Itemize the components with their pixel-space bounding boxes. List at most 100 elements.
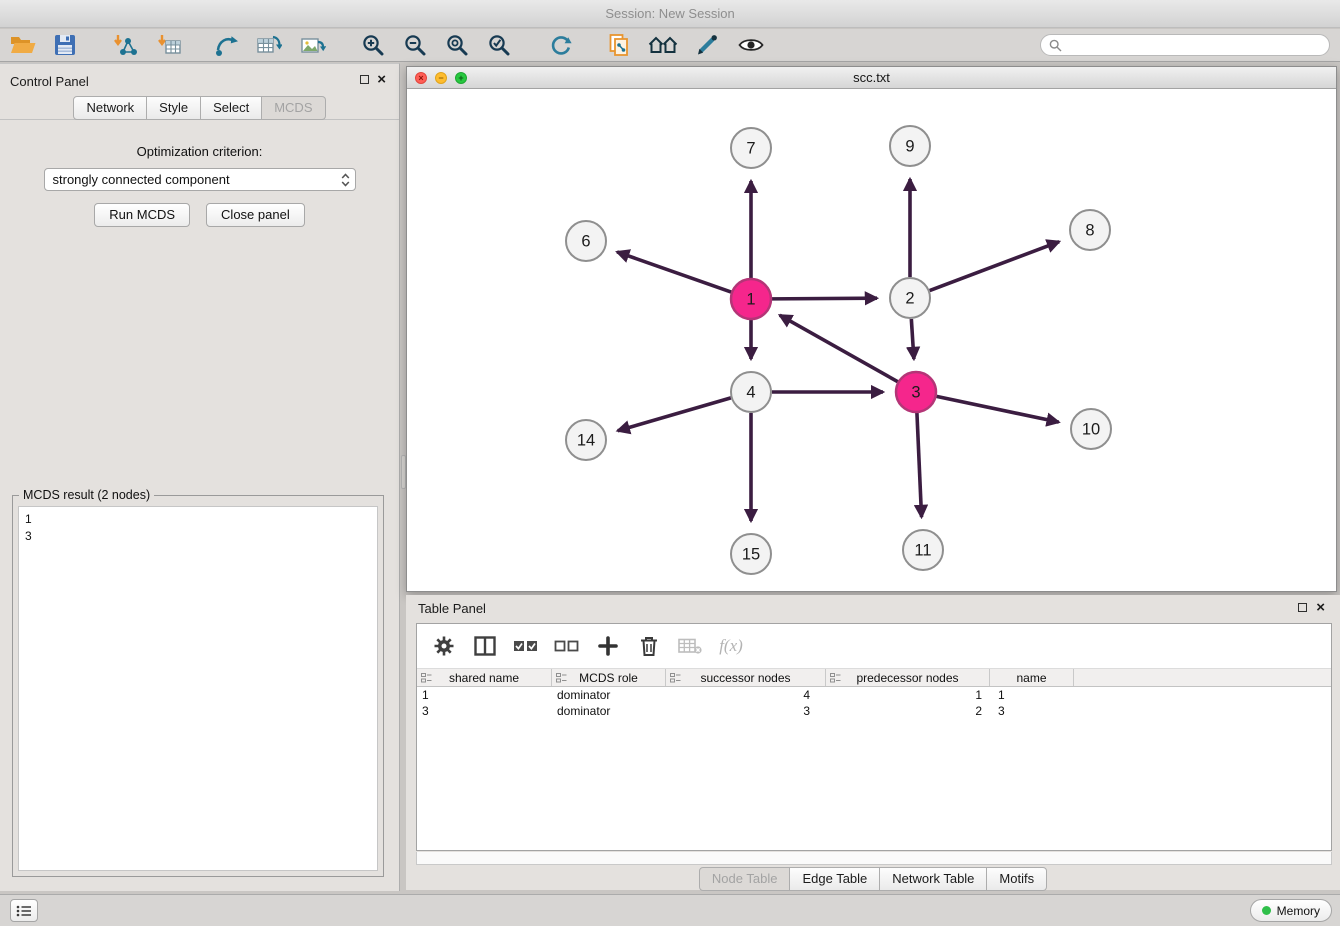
- column-label: name: [1016, 671, 1046, 685]
- save-session-button[interactable]: [50, 30, 80, 60]
- cell-successor-nodes[interactable]: 4: [666, 687, 826, 703]
- graph-node-11[interactable]: 11: [903, 530, 943, 570]
- add-column-button[interactable]: [595, 635, 621, 657]
- graph-node-15[interactable]: 15: [731, 534, 771, 574]
- table-panel-float-icon[interactable]: [1298, 603, 1307, 612]
- cell-name[interactable]: 3: [990, 703, 1074, 719]
- copy-layout-button[interactable]: [604, 30, 634, 60]
- network-graph[interactable]: 7 9 6 8 1 2 4 3 14 10 15 11: [407, 90, 1336, 591]
- refresh-view-button[interactable]: [546, 30, 576, 60]
- import-table-icon: [156, 33, 182, 57]
- status-bar: Memory: [0, 894, 1340, 926]
- cell-mcds-role[interactable]: dominator: [552, 703, 666, 719]
- function-builder-button[interactable]: f(x): [718, 636, 744, 656]
- column-sort-icon: [670, 673, 681, 683]
- tab-network-table[interactable]: Network Table: [880, 867, 987, 891]
- criterion-dropdown[interactable]: strongly connected component: [44, 168, 356, 191]
- graph-edge-3-11[interactable]: [917, 413, 922, 517]
- cell-successor-nodes[interactable]: 3: [666, 703, 826, 719]
- graph-edge-2-3[interactable]: [911, 319, 914, 359]
- control-panel-float-icon[interactable]: [360, 75, 369, 84]
- graph-node-10[interactable]: 10: [1071, 409, 1111, 449]
- cell-shared-name[interactable]: 1: [417, 687, 552, 703]
- tab-node-table[interactable]: Node Table: [699, 867, 791, 891]
- unselect-all-button[interactable]: [554, 637, 580, 655]
- zoom-out-button[interactable]: [400, 30, 430, 60]
- show-graphics-details-button[interactable]: [736, 30, 766, 60]
- column-header-shared-name[interactable]: shared name: [417, 669, 552, 686]
- graph-node-2[interactable]: 2: [890, 278, 930, 318]
- home-button[interactable]: [648, 30, 678, 60]
- graph-node-9[interactable]: 9: [890, 126, 930, 166]
- tab-style[interactable]: Style: [147, 96, 201, 120]
- graph-node-label: 2: [905, 290, 914, 308]
- column-label: shared name: [449, 671, 519, 685]
- graph-node-label: 4: [746, 384, 755, 402]
- import-network-button[interactable]: [110, 30, 140, 60]
- column-header-predecessor-nodes[interactable]: predecessor nodes: [826, 669, 990, 686]
- column-label: successor nodes: [700, 671, 790, 685]
- new-network-table-button[interactable]: [254, 30, 284, 60]
- run-mcds-button[interactable]: Run MCDS: [94, 203, 190, 227]
- export-image-button[interactable]: [298, 30, 328, 60]
- graph-node-label: 14: [577, 432, 595, 450]
- graph-edge-1-6[interactable]: [617, 252, 731, 292]
- apply-style-button[interactable]: [692, 30, 722, 60]
- graph-node-6[interactable]: 6: [566, 221, 606, 261]
- tab-motifs[interactable]: Motifs: [987, 867, 1047, 891]
- control-panel-close-icon[interactable]: ×: [377, 71, 386, 89]
- column-header-name[interactable]: name: [990, 669, 1074, 686]
- cell-name[interactable]: 1: [990, 687, 1074, 703]
- zoom-in-button[interactable]: [358, 30, 388, 60]
- import-table-button[interactable]: [154, 30, 184, 60]
- open-file-button[interactable]: [8, 30, 38, 60]
- table-horizontal-scrollbar[interactable]: [416, 852, 1332, 865]
- graph-node-8[interactable]: 8: [1070, 210, 1110, 250]
- task-history-button[interactable]: [10, 899, 38, 922]
- graph-edge-3-1[interactable]: [780, 315, 898, 381]
- graph-node-14[interactable]: 14: [566, 420, 606, 460]
- column-header-mcds-role[interactable]: MCDS role: [552, 669, 666, 686]
- cell-predecessor-nodes[interactable]: 1: [826, 687, 990, 703]
- fit-content-button[interactable]: [442, 30, 472, 60]
- graph-edge-3-10[interactable]: [937, 396, 1059, 422]
- cell-mcds-role[interactable]: dominator: [552, 687, 666, 703]
- zoom-window-icon[interactable]: +: [455, 72, 467, 84]
- zoom-selected-button[interactable]: [484, 30, 514, 60]
- cell-predecessor-nodes[interactable]: 2: [826, 703, 990, 719]
- delete-table-button[interactable]: [677, 636, 703, 656]
- show-columns-button[interactable]: [472, 636, 498, 656]
- graph-node-7[interactable]: 7: [731, 128, 771, 168]
- minimize-window-icon[interactable]: −: [435, 72, 447, 84]
- network-canvas[interactable]: 7 9 6 8 1 2 4 3 14 10 15 11: [407, 90, 1336, 591]
- delete-column-button[interactable]: [636, 635, 662, 657]
- table-panel-close-icon[interactable]: ×: [1316, 599, 1325, 617]
- memory-button[interactable]: Memory: [1250, 899, 1332, 922]
- mcds-result-list[interactable]: 1 3: [18, 506, 378, 871]
- graph-node-label: 15: [742, 546, 760, 564]
- graph-node-1[interactable]: 1: [731, 279, 771, 319]
- search-input[interactable]: [1067, 38, 1321, 53]
- close-panel-button[interactable]: Close panel: [206, 203, 305, 227]
- graph-node-4[interactable]: 4: [731, 372, 771, 412]
- table-row[interactable]: 1 dominator 4 1 1: [417, 687, 1331, 703]
- tab-edge-table[interactable]: Edge Table: [790, 867, 880, 891]
- graph-node-3[interactable]: 3: [896, 372, 936, 412]
- control-panel: Control Panel × Network Style Select MCD…: [0, 63, 400, 891]
- select-all-button[interactable]: [513, 637, 539, 655]
- tab-mcds[interactable]: MCDS: [262, 96, 325, 120]
- table-row[interactable]: 3 dominator 3 2 3: [417, 703, 1331, 719]
- tab-select[interactable]: Select: [201, 96, 262, 120]
- tab-network[interactable]: Network: [73, 96, 147, 120]
- graph-edge-4-14[interactable]: [618, 398, 731, 431]
- search-box[interactable]: [1040, 34, 1330, 56]
- close-window-icon[interactable]: ×: [415, 72, 427, 84]
- graph-edge-2-8[interactable]: [930, 242, 1059, 291]
- graph-edge-1-2[interactable]: [772, 298, 877, 299]
- mcds-buttons-row: Run MCDS Close panel: [0, 203, 399, 227]
- new-network-button[interactable]: [212, 30, 242, 60]
- cell-shared-name[interactable]: 3: [417, 703, 552, 719]
- table-settings-button[interactable]: [431, 635, 457, 657]
- column-header-successor-nodes[interactable]: successor nodes: [666, 669, 826, 686]
- network-window-titlebar[interactable]: × − + scc.txt: [407, 67, 1336, 89]
